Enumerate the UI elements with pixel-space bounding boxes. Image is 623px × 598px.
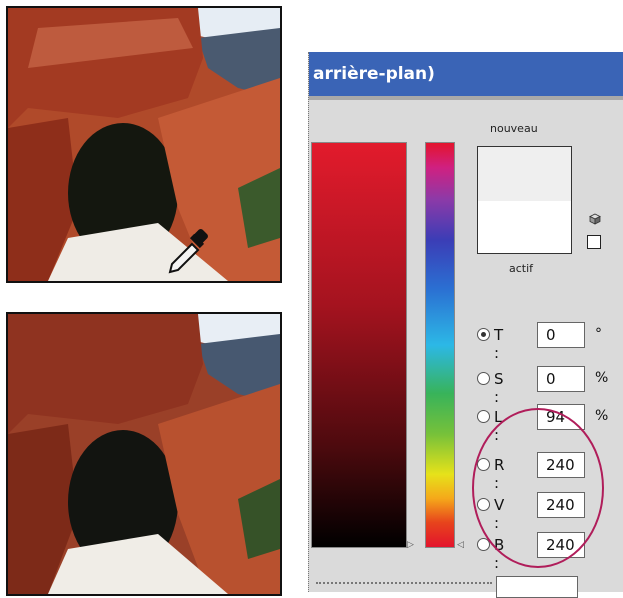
label-current: actif xyxy=(509,262,534,275)
title-separator xyxy=(309,96,623,100)
dialog-title: arrière-plan) xyxy=(309,52,623,96)
hex-field[interactable] xyxy=(496,576,578,598)
web-color-swatch[interactable] xyxy=(587,235,601,249)
radio-lightness[interactable] xyxy=(477,410,490,423)
saturation-label: S : xyxy=(494,370,504,406)
highlight-annotation xyxy=(472,408,604,568)
degree-unit: ° xyxy=(595,326,602,342)
swatch-current[interactable] xyxy=(478,201,571,253)
divider xyxy=(316,582,492,584)
swatch-new xyxy=(478,147,571,201)
color-swatch xyxy=(477,146,572,254)
photo-with-eyedropper[interactable] xyxy=(6,6,282,283)
web-color-cube-icon[interactable] xyxy=(589,210,601,225)
color-field[interactable] xyxy=(311,142,407,548)
saturation-field[interactable]: 0 xyxy=(537,366,585,392)
eyedropper-icon xyxy=(164,226,214,276)
percent-unit: % xyxy=(595,370,609,386)
radio-saturation[interactable] xyxy=(477,372,490,385)
percent-unit: % xyxy=(595,408,609,424)
radio-hue[interactable] xyxy=(477,328,490,341)
hue-slider[interactable] xyxy=(425,142,455,548)
hue-field[interactable]: 0 xyxy=(537,322,585,348)
photo-result xyxy=(6,312,282,596)
hue-label: T : xyxy=(494,326,504,362)
label-new: nouveau xyxy=(490,122,538,135)
slider-triangle-icon[interactable]: ◁ xyxy=(457,540,464,550)
slider-triangle-icon[interactable]: ▷ xyxy=(407,540,414,550)
